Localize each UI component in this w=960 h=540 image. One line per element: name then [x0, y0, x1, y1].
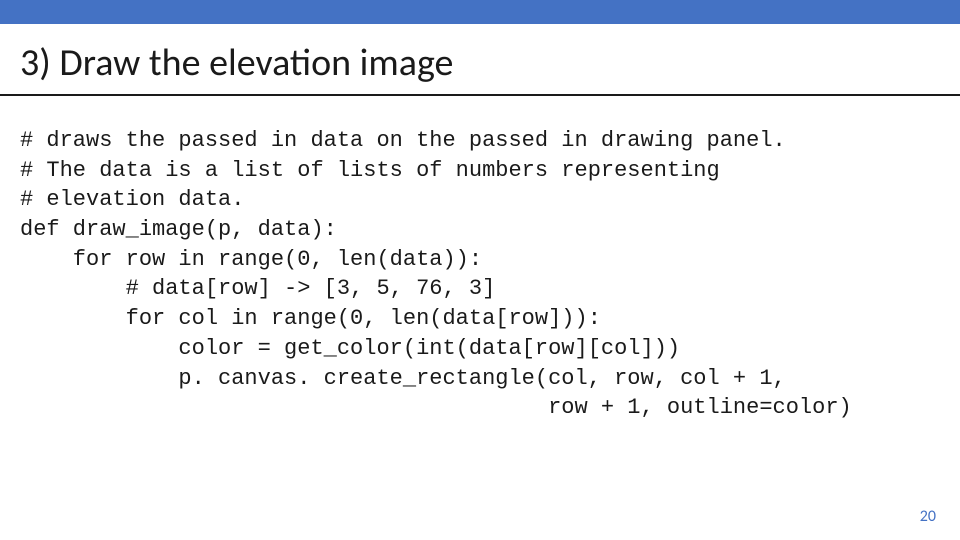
slide-title: 3) Draw the elevation image [20, 40, 940, 86]
code-line: def draw_image(p, data): [20, 217, 337, 242]
code-line: # draws the passed in data on the passed… [20, 128, 786, 153]
code-line: # elevation data. [20, 187, 244, 212]
code-block: # draws the passed in data on the passed… [20, 126, 940, 423]
slide-top-accent-bar [0, 0, 960, 24]
code-line: # The data is a list of lists of numbers… [20, 158, 720, 183]
code-line: row + 1, outline=color) [20, 395, 852, 420]
slide-title-area: 3) Draw the elevation image [0, 24, 960, 96]
page-number: 20 [920, 507, 936, 526]
code-line: color = get_color(int(data[row][col])) [20, 336, 680, 361]
code-line: for row in range(0, len(data)): [20, 247, 482, 272]
code-line: for col in range(0, len(data[row])): [20, 306, 601, 331]
code-line: p. canvas. create_rectangle(col, row, co… [20, 366, 786, 391]
code-block-area: # draws the passed in data on the passed… [0, 96, 960, 443]
code-line: # data[row] -> [3, 5, 76, 3] [20, 276, 495, 301]
